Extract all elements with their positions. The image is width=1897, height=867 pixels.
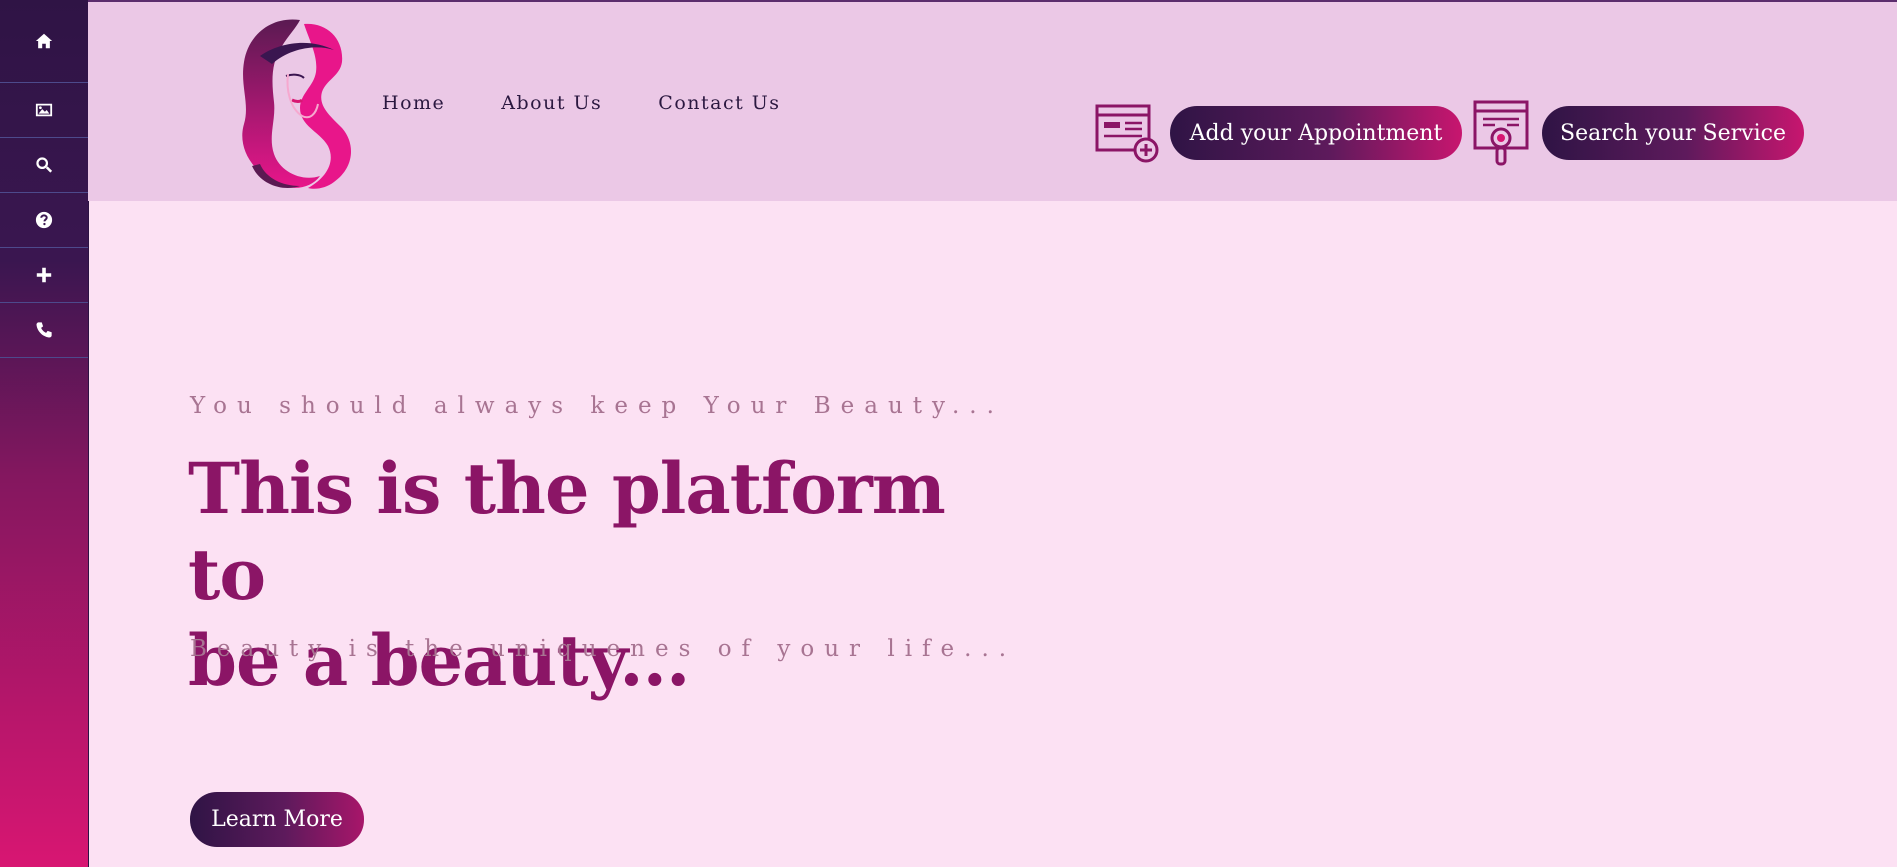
hero-headline-line-1: This is the platform to: [188, 447, 946, 616]
sidebar-item-contact[interactable]: [0, 303, 88, 358]
image-icon: [35, 103, 53, 117]
search-icon: [36, 157, 53, 173]
sidebar-item-search[interactable]: [0, 138, 88, 193]
nav-contact-us[interactable]: Contact Us: [658, 92, 780, 114]
sidebar-item-home[interactable]: [0, 0, 88, 83]
add-appointment-icon: [1095, 104, 1159, 163]
search-service-button[interactable]: Search your Service: [1542, 106, 1804, 160]
hero-headline: This is the platform to be a beauty...: [188, 446, 1008, 704]
top-header: Home About Us Contact Us Add your Appoin…: [88, 0, 1897, 201]
hero-tagline: You should always keep Your Beauty...: [190, 393, 1004, 419]
learn-more-button[interactable]: Learn More: [190, 792, 364, 847]
sidebar: [0, 0, 89, 867]
hero-subline: Beauty is the uniquenes of your life...: [190, 636, 1017, 662]
home-icon: [35, 33, 53, 49]
sidebar-item-help[interactable]: [0, 193, 88, 248]
add-appointment-button[interactable]: Add your Appointment: [1170, 106, 1462, 160]
plus-icon: [36, 267, 52, 283]
nav-home[interactable]: Home: [382, 92, 445, 114]
nav-about-us[interactable]: About Us: [501, 92, 602, 114]
question-icon: [35, 211, 53, 229]
phone-icon: [36, 322, 52, 338]
sidebar-item-add[interactable]: [0, 248, 88, 303]
brand-logo[interactable]: [230, 16, 360, 194]
sidebar-item-gallery[interactable]: [0, 83, 88, 138]
main-nav: Home About Us Contact Us: [382, 92, 837, 114]
search-service-icon: [1473, 100, 1529, 166]
